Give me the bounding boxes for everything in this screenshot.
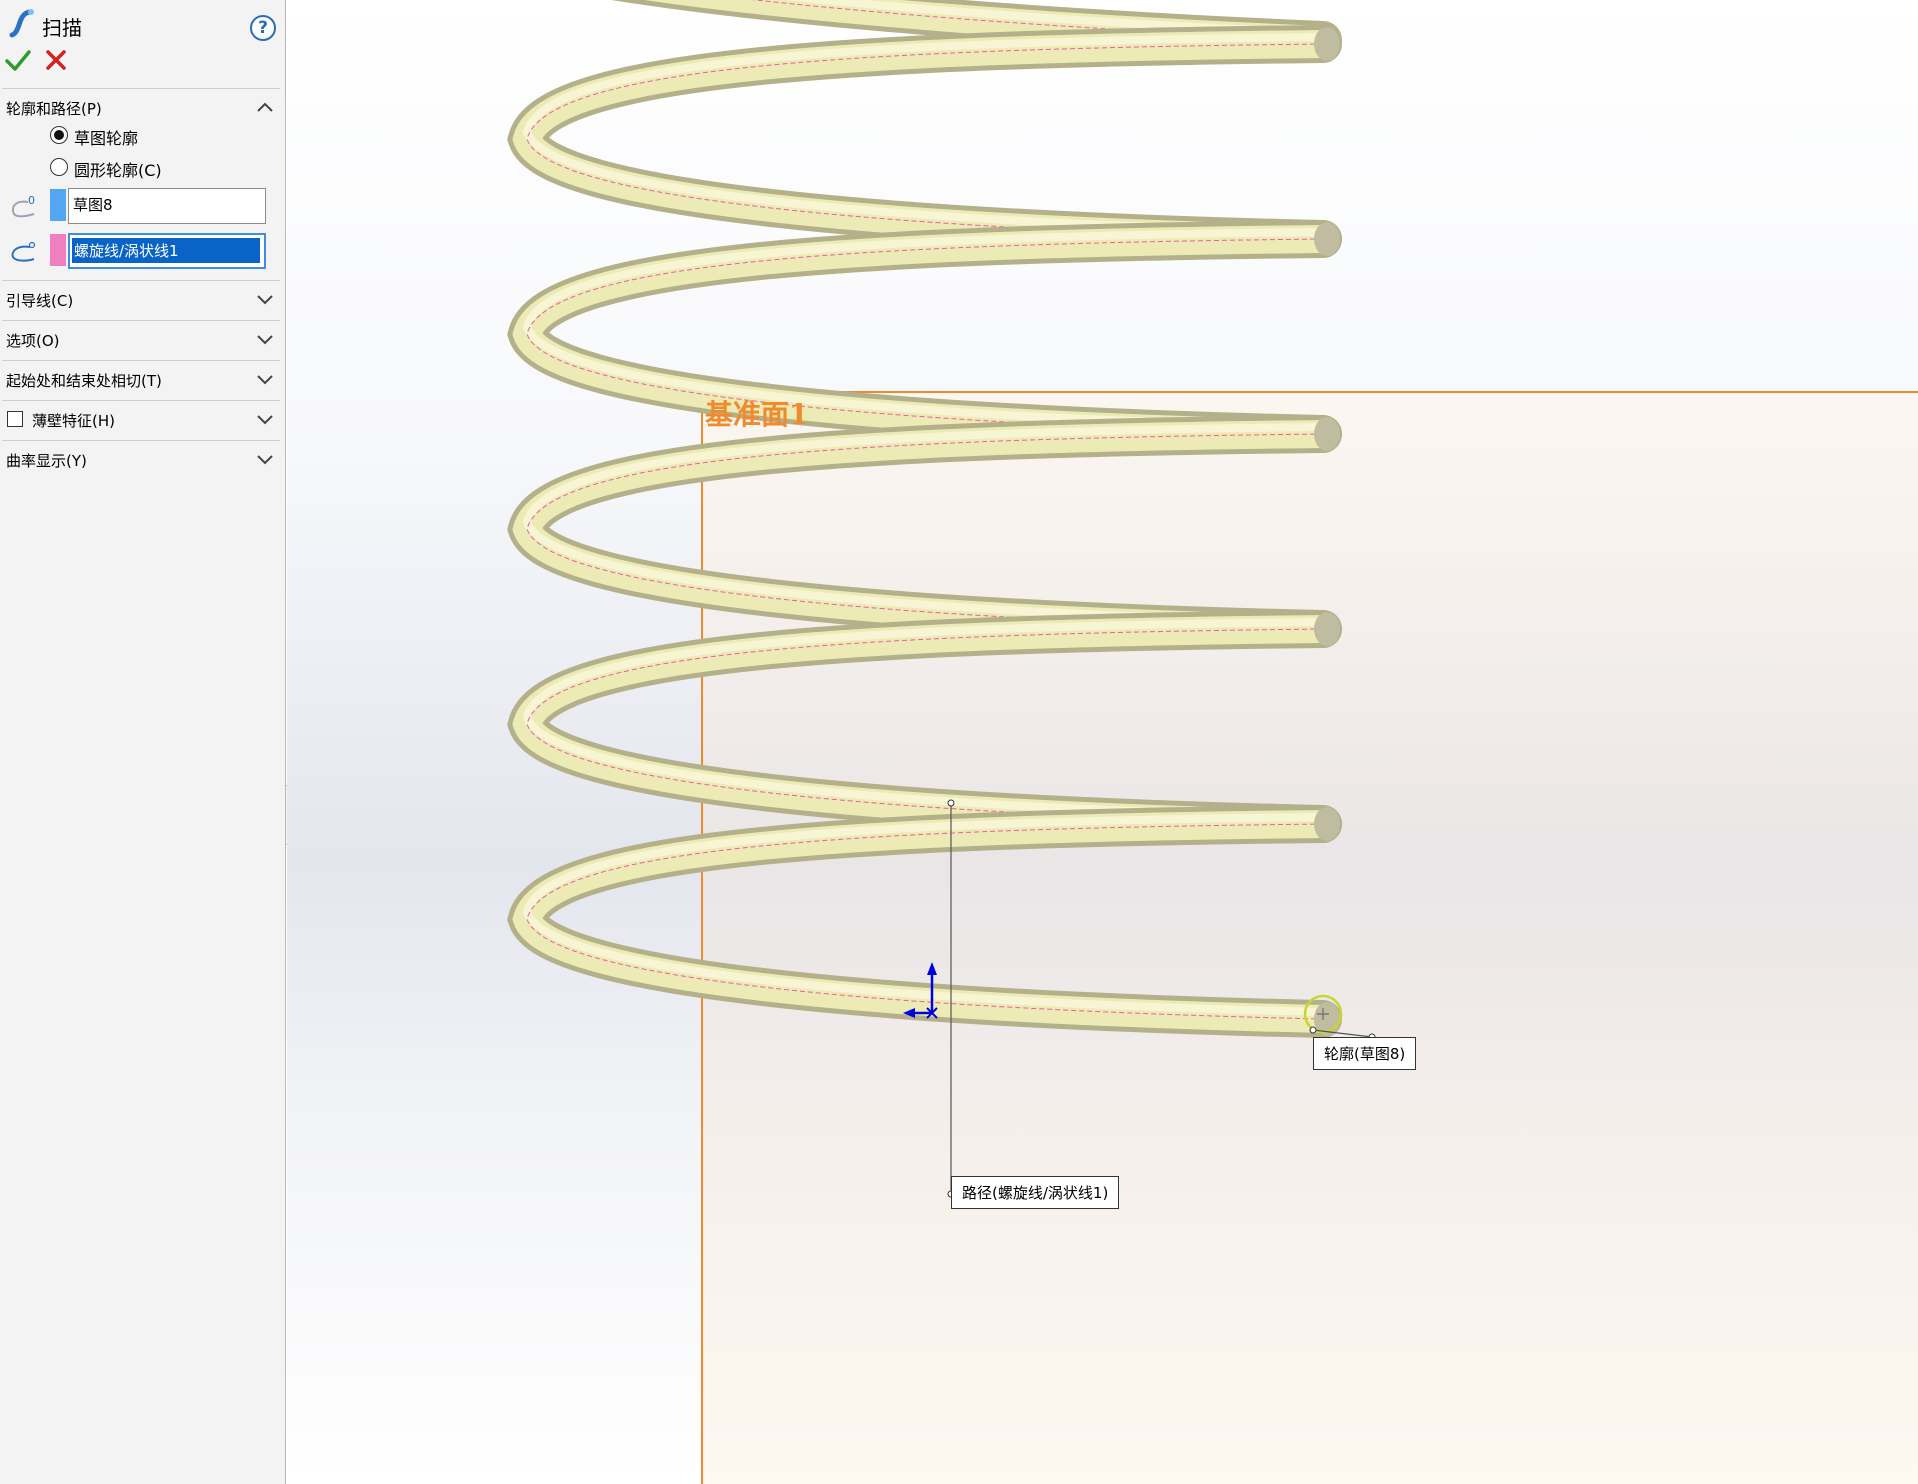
chevron-down-icon[interactable] xyxy=(256,332,274,346)
spring-end-cap xyxy=(1314,222,1340,256)
radio-button-selected[interactable] xyxy=(50,126,68,144)
path-icon xyxy=(11,241,36,262)
chevron-down-icon[interactable] xyxy=(256,412,274,426)
radio-button[interactable] xyxy=(50,158,68,176)
group-curvature-display-label: 曲率显示(Y) xyxy=(6,452,87,470)
spring-end-cap xyxy=(1314,612,1340,646)
profile-callout[interactable]: 轮廓(草图8) xyxy=(1313,1037,1417,1070)
path-color-swatch xyxy=(50,234,66,266)
group-profile-path-label: 轮廓和路径(P) xyxy=(6,100,102,118)
spring-end-cap xyxy=(1314,27,1340,61)
reference-plane-area[interactable] xyxy=(702,392,1918,1484)
path-selection-box[interactable]: 螺旋线/涡状线1 xyxy=(68,233,266,269)
plane-label[interactable]: 基准面1 xyxy=(705,393,808,433)
spring-end-cap xyxy=(1314,417,1340,451)
group-options[interactable]: 选项(O) xyxy=(2,320,280,358)
group-options-label: 选项(O) xyxy=(6,332,60,350)
profile-selection-value: 草图8 xyxy=(73,196,113,214)
path-selection-value: 螺旋线/涡状线1 xyxy=(72,238,260,263)
cancel-x-icon[interactable] xyxy=(44,48,68,72)
group-thin-feature[interactable]: 薄壁特征(H) xyxy=(2,400,280,438)
help-button[interactable]: ? xyxy=(250,15,276,41)
model-scene xyxy=(507,0,1918,1484)
profile-selection-box[interactable]: 草图8 xyxy=(68,188,266,224)
feature-title: 扫描 xyxy=(42,16,82,40)
profile-color-swatch xyxy=(50,189,66,221)
chevron-down-icon[interactable] xyxy=(256,452,274,466)
profile-selection-row: 0 草图8 xyxy=(8,188,266,226)
ok-check-icon[interactable] xyxy=(4,46,32,74)
group-tangency-label: 起始处和结束处相切(T) xyxy=(6,372,162,390)
chevron-down-icon[interactable] xyxy=(256,372,274,386)
profile-leader-anchor xyxy=(1309,1026,1317,1034)
path-selection-row: 螺旋线/涡状线1 xyxy=(8,233,266,271)
radio-sketch-profile-label: 草图轮廓 xyxy=(74,129,139,148)
path-callout[interactable]: 路径(螺旋线/涡状线1) xyxy=(951,1176,1120,1209)
chevron-down-icon[interactable] xyxy=(256,292,274,306)
graphics-viewport[interactable]: 基准面1 轮廓(草图8) 路径(螺旋线/涡状线1) xyxy=(287,0,1918,1484)
property-manager-panel: 扫描 ? 轮廓和路径(P) 草图轮廓 圆形轮廓(C) 0 草图8 螺旋线/涡状线… xyxy=(0,0,286,1484)
group-curvature-display[interactable]: 曲率显示(Y) xyxy=(2,440,280,478)
radio-circular-profile-label: 圆形轮廓(C) xyxy=(74,161,162,180)
svg-text:0: 0 xyxy=(28,194,35,207)
feature-title-row: 扫描 ? xyxy=(6,8,276,41)
group-thin-feature-label: 薄壁特征(H) xyxy=(32,412,115,430)
chevron-up-icon[interactable] xyxy=(256,100,274,114)
group-guide-curves-label: 引导线(C) xyxy=(6,292,74,310)
group-tangency[interactable]: 起始处和结束处相切(T) xyxy=(2,360,280,398)
spring-end-cap xyxy=(1314,807,1340,841)
thin-feature-checkbox[interactable] xyxy=(7,411,23,427)
sweep-feature-icon xyxy=(9,9,34,38)
profile-icon: 0 xyxy=(11,194,35,218)
path-leader-anchor xyxy=(947,799,955,807)
group-profile-path[interactable]: 轮廓和路径(P) xyxy=(2,88,280,126)
group-guide-curves[interactable]: 引导线(C) xyxy=(2,280,280,318)
